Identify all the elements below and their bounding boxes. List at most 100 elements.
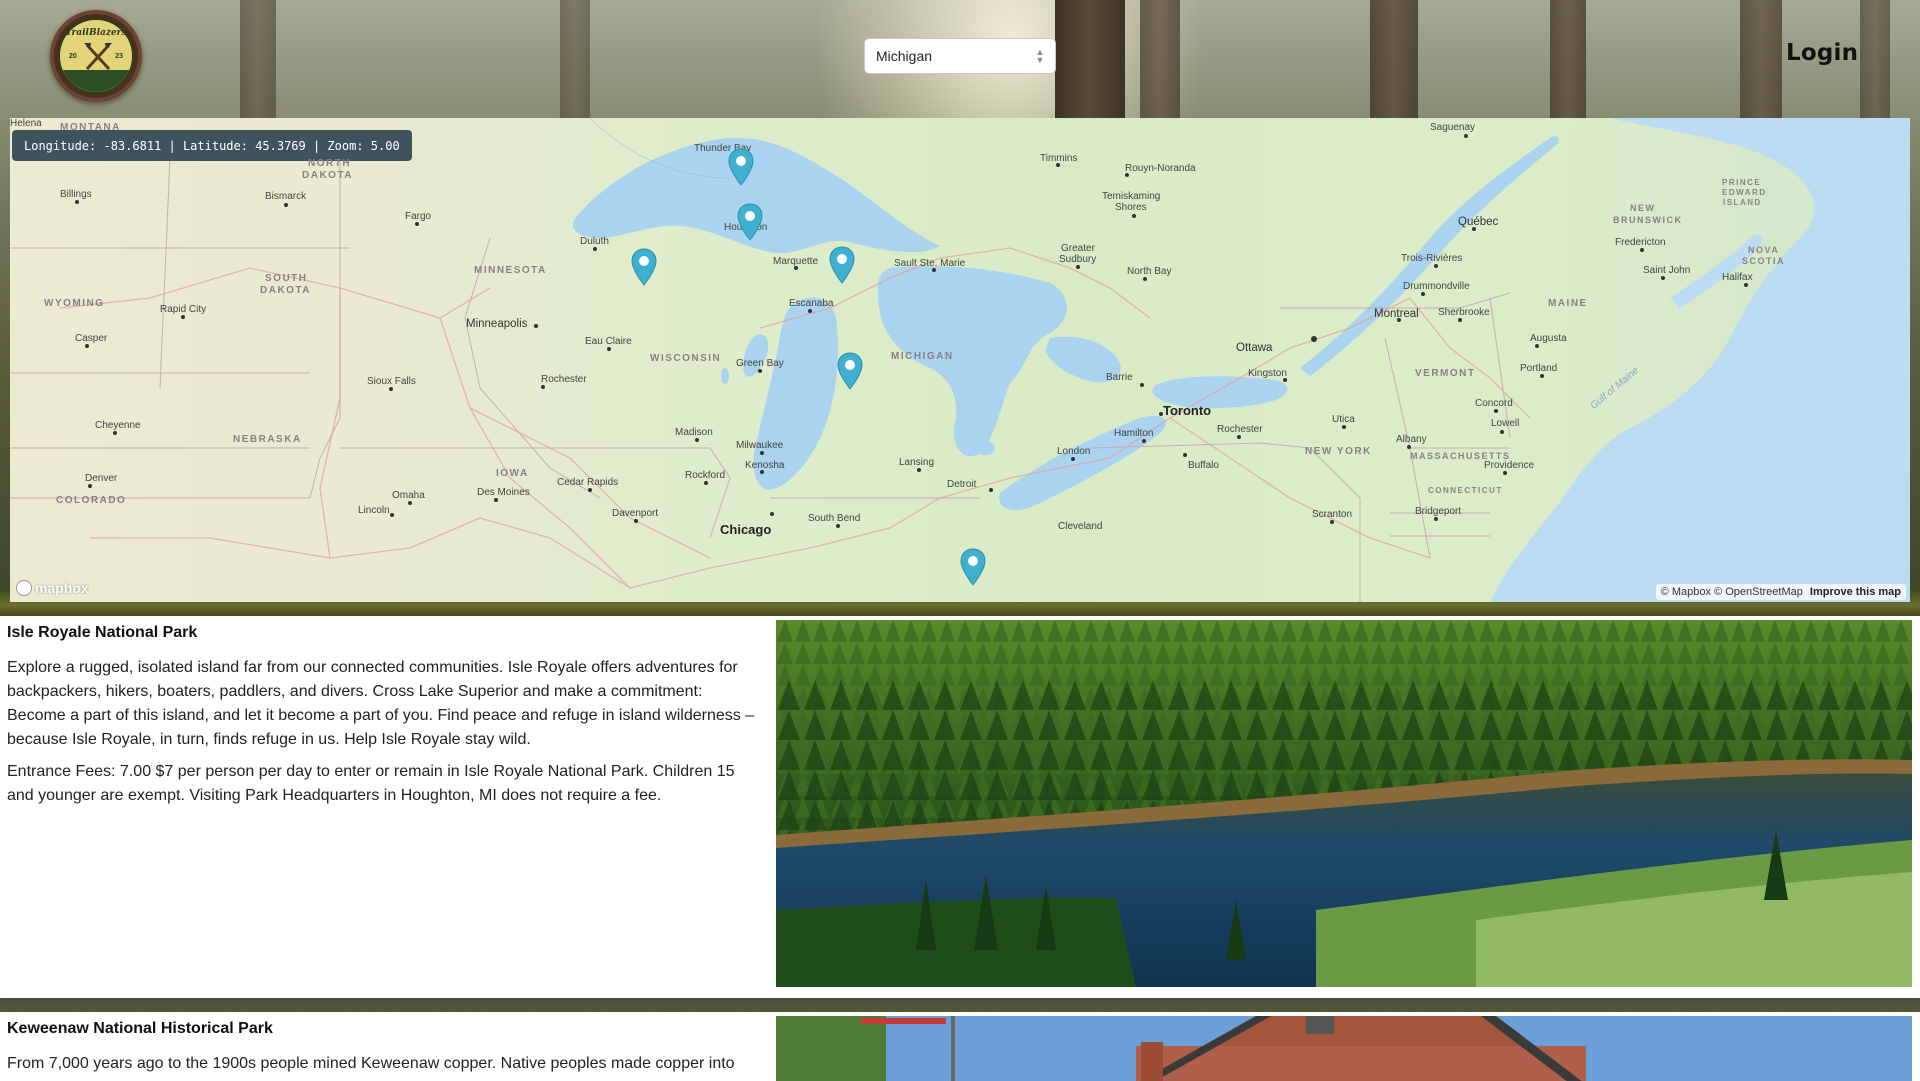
map-city-dot: [284, 203, 288, 207]
map-label-eau-claire: Eau Claire: [585, 336, 632, 347]
map-city-dot: [1342, 425, 1346, 429]
mapbox-logo[interactable]: mapbox: [16, 580, 89, 596]
map-city-dot: [1330, 520, 1334, 524]
map-label-utica: Utica: [1332, 414, 1355, 425]
map-label-nova-scotia: NOVA: [1748, 245, 1780, 255]
map-label-denver: Denver: [85, 473, 118, 484]
map-label-greater-sudbury: Greater: [1061, 243, 1095, 254]
map-label-rapid-city: Rapid City: [160, 304, 207, 315]
map-label-buffalo: Buffalo: [1188, 460, 1219, 471]
map-city-dot: [758, 369, 762, 373]
map-label-helena: Helena: [10, 118, 42, 129]
map-label-omaha: Omaha: [392, 490, 425, 501]
location-pin-icon[interactable]: [837, 352, 863, 390]
location-pin-icon[interactable]: [737, 203, 763, 241]
map-label-rochester-ny: Rochester: [1217, 424, 1263, 435]
map-city-dot: [541, 385, 545, 389]
map-label-fargo: Fargo: [405, 211, 432, 222]
map-city-dot: [1237, 435, 1241, 439]
map-city-dot: [390, 513, 394, 517]
map-label-sault-ste-marie: Sault Ste. Marie: [894, 258, 966, 269]
map-label-cedar-rapids: Cedar Rapids: [557, 477, 619, 488]
map-label-milwaukee: Milwaukee: [736, 440, 784, 451]
map-label-north-bay: North Bay: [1127, 266, 1172, 277]
map-label-temiskaming: Shores: [1115, 202, 1147, 213]
map-label-portland: Portland: [1520, 363, 1558, 374]
park-map[interactable]: Longitude: -83.6811 | Latitude: 45.3769 …: [10, 118, 1910, 602]
map-label-south-dakota: DAKOTA: [260, 285, 312, 296]
map-city-dot: [1076, 265, 1080, 269]
map-label-davenport: Davenport: [612, 508, 659, 519]
login-link[interactable]: Login: [1786, 40, 1858, 66]
park-fees: Entrance Fees: 7.00 $7 per person per da…: [7, 763, 735, 804]
map-label-north-dakota: NORTH: [308, 158, 352, 169]
map-label-saint-john: Saint John: [1643, 265, 1691, 276]
state-select-value: Michigan: [876, 48, 933, 64]
map-label-halifax: Halifax: [1722, 272, 1753, 283]
location-pin-icon[interactable]: [728, 148, 754, 186]
map-city-dot: [760, 470, 764, 474]
map-label-lowell: Lowell: [1491, 418, 1520, 429]
park-description: Explore a rugged, isolated island far fr…: [7, 659, 755, 748]
map-city-dot: [917, 468, 921, 472]
coordinates-readout: Longitude: -83.6811 | Latitude: 45.3769 …: [12, 130, 412, 161]
map-label-north-dakota: DAKOTA: [302, 170, 354, 181]
map-city-dot: [75, 200, 79, 204]
map-city-dot: [1143, 277, 1147, 281]
map-city-dot: [704, 481, 708, 485]
map-city-dot: [389, 387, 393, 391]
map-city-dot: [607, 347, 611, 351]
map-city-dot: [1397, 318, 1401, 322]
map-label-green-bay: Green Bay: [736, 358, 784, 369]
improve-map-link[interactable]: Improve this map: [1810, 586, 1901, 598]
map-city-dot: [1142, 439, 1146, 443]
attribution-mapbox-link[interactable]: © Mapbox: [1661, 586, 1711, 598]
crossed-axes-icon: [84, 43, 112, 71]
state-select[interactable]: Michigan ▲ ▼: [864, 38, 1056, 74]
map-label-drummondville: Drummondville: [1403, 281, 1470, 292]
map-city-dot: [1494, 409, 1498, 413]
map-city-dot: [88, 484, 92, 488]
map-label-detroit: Detroit: [947, 479, 977, 490]
park-title: Isle Royale National Park: [7, 624, 198, 641]
map-label-minneapolis: Minneapolis: [466, 318, 528, 330]
map-label-new-brunswick: BRUNSWICK: [1613, 215, 1683, 225]
map-capital-dot: [1311, 336, 1317, 342]
location-pin-icon[interactable]: [631, 248, 657, 286]
map-label-duluth: Duluth: [580, 236, 609, 247]
map-city-dot: [932, 268, 936, 272]
park-text: Isle Royale National Park Explore a rugg…: [7, 616, 759, 808]
map-city-dot: [1140, 383, 1144, 387]
map-city-dot: [808, 309, 812, 313]
map-city-dot: [1421, 292, 1425, 296]
map-label-chicago: Chicago: [720, 522, 772, 537]
map-label-rochester-mn: Rochester: [541, 374, 587, 385]
map-label-new-york: NEW YORK: [1305, 446, 1372, 457]
map-label-maine: MAINE: [1548, 298, 1588, 309]
park-description: From 7,000 years ago to the 1900s people…: [7, 1055, 735, 1072]
map-label-vermont: VERMONT: [1415, 368, 1476, 379]
map-label-quebec: Québec: [1458, 216, 1499, 228]
location-pin-icon[interactable]: [829, 246, 855, 284]
map-label-colorado: COLORADO: [56, 495, 127, 506]
attribution-osm-link[interactable]: © OpenStreetMap: [1714, 586, 1803, 598]
map-city-dot: [1056, 163, 1060, 167]
map-label-nova-scotia: SCOTIA: [1742, 256, 1786, 266]
map-label-lincoln: Lincoln: [358, 505, 390, 516]
map-city-dot: [770, 512, 774, 516]
map-city-dot: [593, 247, 597, 251]
location-pin-icon[interactable]: [960, 548, 986, 586]
map-city-dot: [534, 324, 538, 328]
map-city-dot: [989, 488, 993, 492]
site-header: TrailBlazers 20 23 Michigan ▲ ▼ Login: [0, 0, 1920, 112]
map-city-dot: [1500, 430, 1504, 434]
map-label-sioux-falls: Sioux Falls: [367, 376, 416, 387]
map-label-south-bend: South Bend: [808, 513, 861, 524]
logo-text: TrailBlazers: [65, 28, 127, 38]
map-city-dot: [1132, 214, 1136, 218]
map-city-dot: [1458, 318, 1462, 322]
site-logo[interactable]: TrailBlazers 20 23: [50, 10, 142, 102]
park-text: Keweenaw National Historical Park From 7…: [7, 1012, 759, 1076]
logo-year-right: 23: [115, 53, 123, 60]
map-label-greater-sudbury: Sudbury: [1059, 254, 1097, 265]
